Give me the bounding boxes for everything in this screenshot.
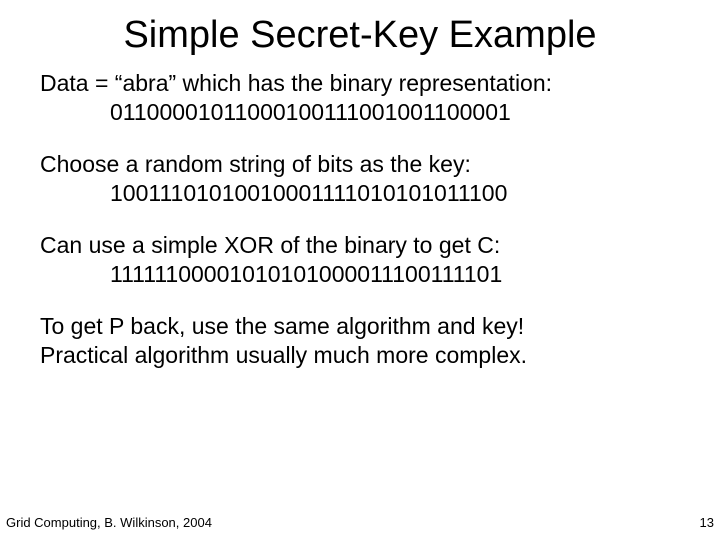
footer-page: 13 [700, 515, 714, 530]
key-label: Choose a random string of bits as the ke… [40, 150, 680, 179]
data-bits: 01100001011000100111001001100001 [40, 98, 680, 127]
key-bits: 10011101010010001111010101011100 [40, 179, 680, 208]
xor-label: Can use a simple XOR of the binary to ge… [40, 231, 680, 260]
key-section: Choose a random string of bits as the ke… [40, 150, 680, 209]
footer: Grid Computing, B. Wilkinson, 2004 13 [6, 515, 714, 530]
data-label: Data = “abra” which has the binary repre… [40, 69, 680, 98]
slide-body: Data = “abra” which has the binary repre… [0, 57, 720, 371]
footer-source: Grid Computing, B. Wilkinson, 2004 [6, 515, 212, 530]
data-section: Data = “abra” which has the binary repre… [40, 69, 680, 128]
closing-line-2: Practical algorithm usually much more co… [40, 341, 680, 370]
closing-line-1: To get P back, use the same algorithm an… [40, 312, 680, 341]
xor-bits: 11111100001010101000011100111101 [40, 260, 680, 289]
slide: Simple Secret-Key Example Data = “abra” … [0, 0, 720, 540]
closing-section: To get P back, use the same algorithm an… [40, 312, 680, 371]
slide-title: Simple Secret-Key Example [0, 0, 720, 57]
xor-section: Can use a simple XOR of the binary to ge… [40, 231, 680, 290]
